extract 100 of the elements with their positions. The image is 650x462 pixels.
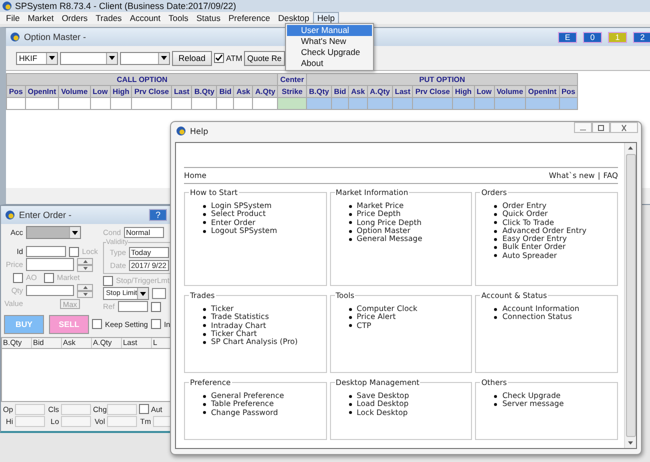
stat-field <box>15 404 45 414</box>
menu-item[interactable]: Check Upgrade <box>287 47 372 58</box>
menu-item[interactable]: Market <box>24 12 58 24</box>
checkbox[interactable] <box>92 319 102 329</box>
reload-button[interactable]: Reload <box>172 50 212 66</box>
help-button[interactable]: ? <box>149 209 167 221</box>
bullet-icon <box>494 402 498 406</box>
bullet-icon <box>348 204 352 208</box>
price-field[interactable] <box>26 258 74 271</box>
bullet-icon <box>203 204 206 208</box>
maximize-button[interactable] <box>592 122 610 133</box>
checkbox[interactable] <box>150 302 161 312</box>
window-logo-icon <box>5 210 15 220</box>
stat-field <box>61 416 91 426</box>
menu-item[interactable]: Orders <box>58 12 92 24</box>
bullet-icon <box>494 230 498 233</box>
status-indicator[interactable]: E <box>558 32 577 42</box>
menu-item[interactable]: Tools <box>164 12 192 24</box>
caret-icon <box>109 56 115 60</box>
window-logo-icon <box>176 126 186 136</box>
menu-item[interactable]: Account <box>126 12 165 24</box>
bullet-icon <box>494 212 498 216</box>
checkbox[interactable] <box>139 404 149 414</box>
quote-button[interactable]: Quote Re <box>244 50 285 66</box>
bullet-icon <box>348 324 352 328</box>
minimize-button[interactable] <box>574 122 592 133</box>
status-indicator[interactable]: 2 <box>633 32 650 42</box>
window-title: SPSystem R8.73.4 - Client (Business Date:2017/09/22) <box>15 1 236 11</box>
caret-icon <box>49 56 55 60</box>
bullet-icon <box>203 340 206 344</box>
down-arrow-icon <box>82 266 88 270</box>
checkbox-label: ATM <box>226 54 242 62</box>
bullet-icon <box>203 221 206 224</box>
option-dropdown[interactable] <box>120 52 170 64</box>
spin-up-button[interactable] <box>77 258 93 264</box>
up-arrow-icon <box>82 260 88 262</box>
bullet-icon <box>203 394 206 398</box>
bullet-icon <box>494 394 498 398</box>
app-logo-icon <box>2 1 12 11</box>
down-arrow-icon <box>82 292 88 296</box>
reference-field[interactable] <box>118 301 148 312</box>
scroll-down-icon <box>628 441 633 445</box>
caret-icon <box>161 56 167 60</box>
window-title: Enter Order - <box>19 210 72 220</box>
caret-icon <box>72 230 78 234</box>
bullet-icon <box>348 238 352 241</box>
quantity-field[interactable] <box>26 285 74 296</box>
bullet-icon <box>203 324 206 328</box>
stat-field <box>15 416 45 426</box>
bullet-icon <box>348 394 352 398</box>
stat-field <box>107 416 137 426</box>
bullet-icon <box>348 221 352 224</box>
window-title: Help <box>190 126 208 136</box>
close-icon <box>619 124 629 132</box>
bullet-icon <box>348 402 352 406</box>
menu-item[interactable]: Preference <box>224 12 274 24</box>
bullet-icon <box>494 221 498 224</box>
id-field[interactable] <box>26 246 66 257</box>
caret-icon <box>140 292 146 296</box>
scrollbar[interactable] <box>624 143 636 448</box>
bullet-icon <box>203 402 206 406</box>
stat-field <box>107 404 137 414</box>
bullet-icon <box>203 332 206 336</box>
menu-item[interactable]: About <box>287 58 372 69</box>
bullet-icon <box>203 411 206 414</box>
menu-item[interactable]: File <box>2 12 24 24</box>
bullet-icon <box>494 238 498 241</box>
product-dropdown[interactable]: HKIF <box>16 52 58 64</box>
bullet-icon <box>203 316 206 319</box>
bullet-icon <box>348 212 352 216</box>
bullet-icon <box>494 246 498 250</box>
menu-item[interactable]: User Manual <box>287 25 372 36</box>
menu-item[interactable]: What's New <box>287 36 372 47</box>
status-indicator[interactable]: 0 <box>583 32 602 42</box>
bullet-icon <box>494 316 498 319</box>
window-logo-icon <box>10 32 20 42</box>
scroll-up-icon <box>628 146 633 150</box>
bullet-icon <box>203 212 206 216</box>
scrollbar-thumb[interactable] <box>626 154 636 437</box>
spin-up-button[interactable] <box>77 284 93 290</box>
account-dropdown[interactable] <box>26 226 81 239</box>
bullet-icon <box>203 308 206 311</box>
up-arrow-icon <box>82 286 88 288</box>
month-dropdown[interactable] <box>60 52 118 64</box>
bullet-icon <box>494 308 498 311</box>
menu-item[interactable]: Status <box>192 12 224 24</box>
bullet-icon <box>203 230 206 233</box>
maximize-icon <box>596 124 606 132</box>
menu-item[interactable]: Trades <box>92 12 126 24</box>
close-button[interactable] <box>610 122 638 133</box>
menu-item[interactable]: Desktop <box>274 12 314 24</box>
bullet-icon <box>348 230 352 233</box>
window-title: Option Master - <box>24 32 86 42</box>
checkbox[interactable] <box>214 53 224 63</box>
checkbox[interactable] <box>150 319 161 329</box>
stat-field <box>61 404 91 414</box>
stop-price-field[interactable] <box>152 288 166 299</box>
bullet-icon <box>348 308 352 311</box>
bullet-icon <box>494 204 498 208</box>
bullet-icon <box>348 316 352 319</box>
